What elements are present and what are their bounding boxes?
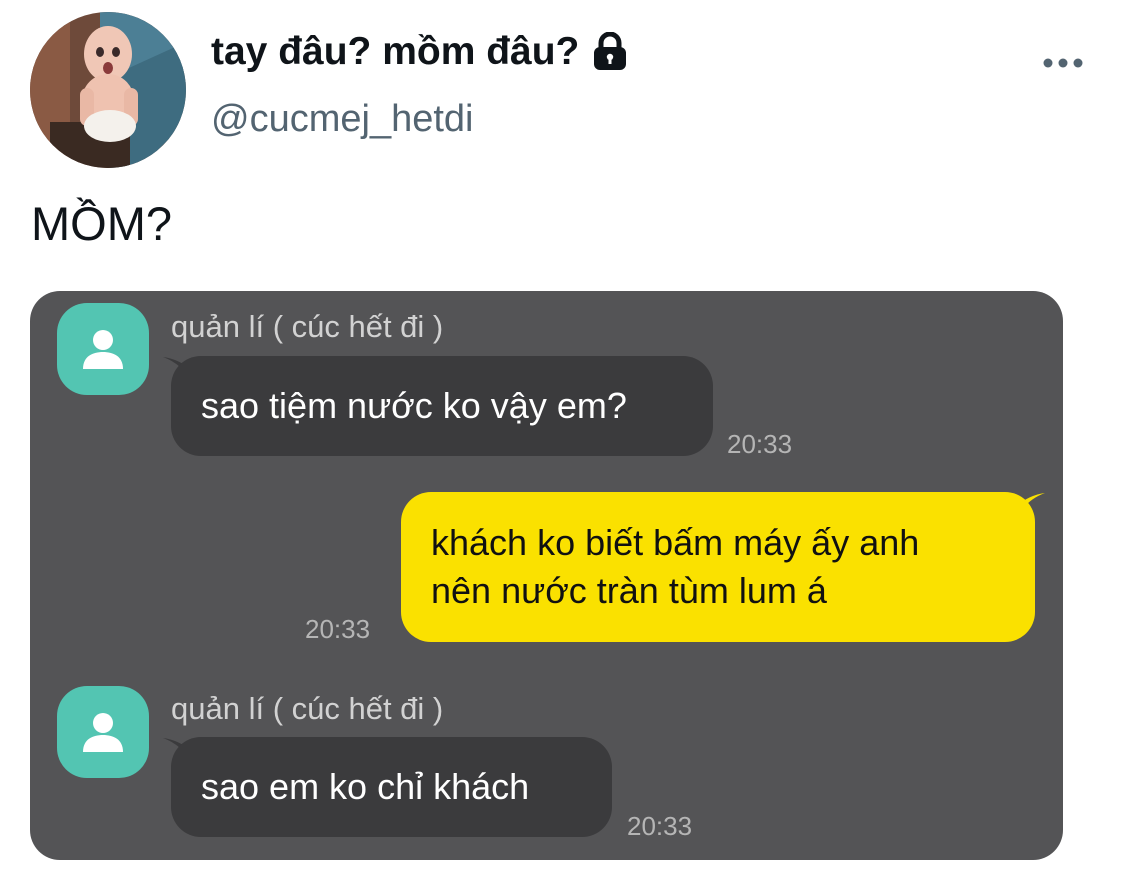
message-text-line: khách ko biết bấm máy ấy anh <box>431 522 920 563</box>
person-icon <box>83 330 123 369</box>
user-handle[interactable]: @cucmej_hetdi <box>211 98 473 141</box>
display-name[interactable]: tay đâu? mồm đâu? <box>211 30 629 74</box>
person-icon <box>83 713 123 752</box>
message-bubble-outgoing: khách ko biết bấm máy ấy anh nên nước tr… <box>401 492 1035 642</box>
message-time: 20:33 <box>305 614 371 644</box>
tweet-media-image[interactable]: quản lí ( cúc hết đi ) sao tiệm nước ko … <box>30 291 1063 860</box>
chat-avatar <box>57 303 149 395</box>
message-time: 20:33 <box>727 429 793 459</box>
message-text: sao tiệm nước ko vậy em? <box>201 385 627 426</box>
profile-avatar[interactable] <box>30 12 186 168</box>
message-text: sao em ko chỉ khách <box>201 766 530 807</box>
bubble-tail <box>1015 493 1045 523</box>
message-text-line: nên nước tràn tùm lum á <box>431 570 827 611</box>
message-time: 20:33 <box>627 811 693 841</box>
message-bubble-incoming: sao em ko chỉ khách <box>171 737 612 837</box>
tweet-text: MỒM? <box>31 197 172 250</box>
chat-avatar <box>57 686 149 778</box>
sender-name: quản lí ( cúc hết đi ) <box>171 691 444 726</box>
lock-icon <box>591 31 629 72</box>
message-bubble-incoming: sao tiệm nước ko vậy em? <box>171 356 713 456</box>
sender-name: quản lí ( cúc hết đi ) <box>171 309 444 344</box>
display-name-text: tay đâu? mồm đâu? <box>211 30 580 73</box>
more-horizontal-icon[interactable] <box>1040 50 1086 76</box>
